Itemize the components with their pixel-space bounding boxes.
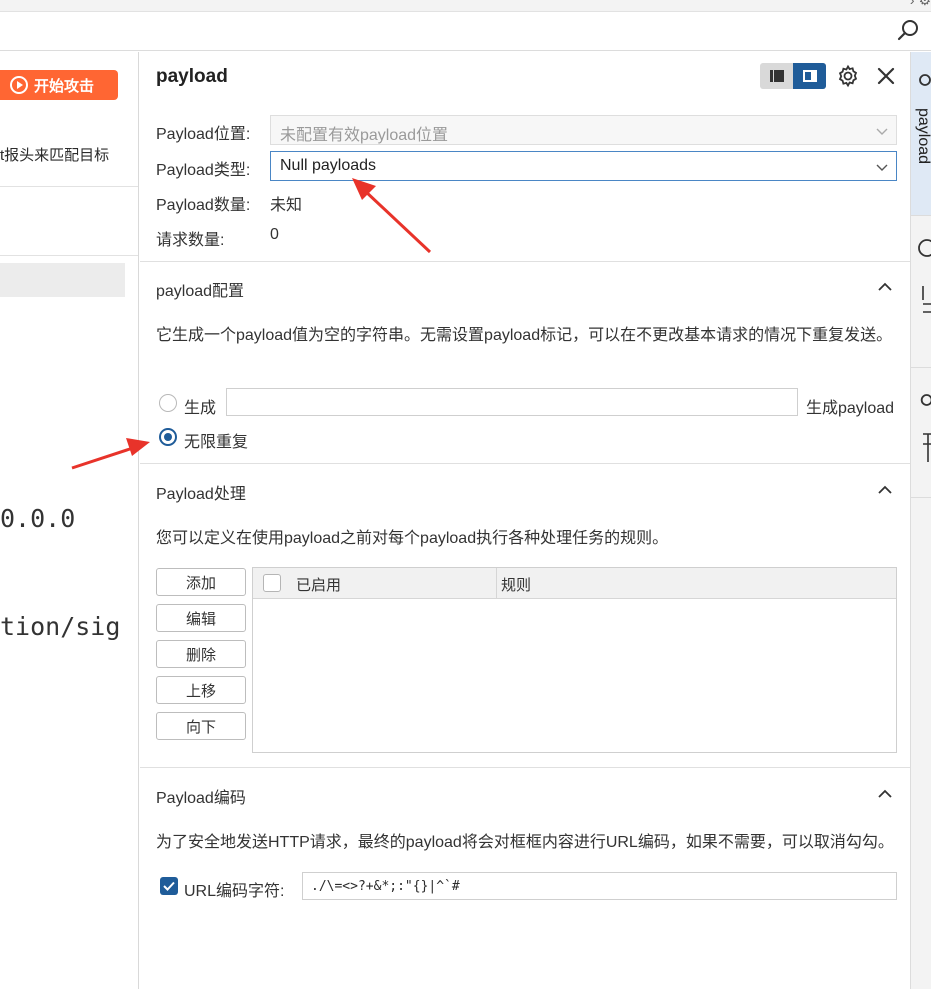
column-separator[interactable] <box>496 568 497 599</box>
right-tab-bar: payload <box>910 52 931 989</box>
tab-item[interactable] <box>911 216 931 368</box>
payload-type-label: Payload类型: <box>156 162 251 179</box>
gear-icon[interactable] <box>836 64 860 88</box>
section-divider <box>140 463 910 464</box>
left-divider <box>0 255 138 256</box>
payload-type-value: Null payloads <box>280 157 377 174</box>
left-code-line: tion/sig <box>0 612 121 641</box>
chevron-up-icon[interactable] <box>877 786 893 802</box>
start-attack-label: 开始攻击 <box>34 77 95 95</box>
tab-glyph-icon <box>915 282 931 313</box>
search-icon[interactable] <box>895 18 921 44</box>
payload-position-value: 未配置有效payload位置 <box>280 127 449 144</box>
top-toolbar <box>0 12 931 51</box>
payload-encoding-title: Payload编码 <box>156 790 246 807</box>
chevron-up-icon[interactable] <box>877 482 893 498</box>
url-encode-label: URL编码字符: <box>184 883 285 900</box>
rules-table: 已启用 规则 <box>252 567 897 753</box>
panel-title: payload <box>156 66 228 87</box>
payload-count-value: 未知 <box>270 197 303 214</box>
move-up-button[interactable]: 上移 <box>156 676 246 704</box>
left-panel: 开始攻击 t报头来匹配目标 0.0.0 tion/sig <box>0 52 139 989</box>
chevron-up-icon[interactable] <box>877 279 893 295</box>
tab-payload[interactable]: payload <box>911 52 931 216</box>
rules-table-header: 已启用 规则 <box>253 568 896 599</box>
generate-label: 生成 <box>184 400 217 417</box>
generate-count-input[interactable] <box>226 388 798 416</box>
payload-type-select[interactable]: Null payloads <box>270 151 897 181</box>
edit-rule-button[interactable]: 编辑 <box>156 604 246 632</box>
payload-position-label: Payload位置: <box>156 126 251 143</box>
view-toggle[interactable] <box>760 63 826 89</box>
column-rule[interactable]: 规则 <box>501 574 531 595</box>
payload-position-select: 未配置有效payload位置 <box>270 115 897 145</box>
column-enabled[interactable]: 已启用 <box>296 574 341 595</box>
chevron-down-icon <box>876 124 888 136</box>
payload-config-description: 它生成一个payload值为空的字符串。无需设置payload标记，可以在不更改… <box>156 327 893 344</box>
move-down-button[interactable]: 向下 <box>156 712 246 740</box>
add-rule-button[interactable]: 添加 <box>156 568 246 596</box>
payload-processing-title: Payload处理 <box>156 486 246 503</box>
left-partial-text: t报头来匹配目标 <box>0 147 110 164</box>
tab-payload-label: payload <box>915 108 931 165</box>
panel-view-icon[interactable] <box>793 63 826 89</box>
list-view-icon[interactable] <box>760 63 793 89</box>
circle-icon <box>915 238 931 258</box>
tab-item[interactable] <box>911 368 931 498</box>
top-partial-icons: › ⚙ <box>909 0 931 8</box>
url-encode-checkbox[interactable] <box>160 877 178 895</box>
payload-config-title: payload配置 <box>156 283 245 300</box>
payload-count-label: Payload数量: <box>156 197 251 214</box>
close-icon[interactable] <box>874 64 898 88</box>
generate-radio[interactable] <box>159 394 177 412</box>
request-count-label: 请求数量: <box>156 232 225 249</box>
payload-encoding-description: 为了安全地发送HTTP请求，最终的payload将会对框框内容进行URL编码，如… <box>156 834 894 851</box>
top-window-strip: › ⚙ <box>0 0 931 12</box>
payload-panel: payload Payload位置: 未配置有效payload位置 Payloa… <box>140 52 910 989</box>
left-selected-row[interactable] <box>0 263 125 297</box>
generate-suffix-label: 生成payload <box>806 400 895 417</box>
chevron-down-icon <box>876 160 888 172</box>
play-icon <box>10 76 28 94</box>
payload-processing-description: 您可以定义在使用payload之前对每个payload执行各种处理任务的规则。 <box>156 530 669 547</box>
infinite-repeat-label: 无限重复 <box>184 434 249 451</box>
infinite-repeat-radio[interactable] <box>159 428 177 446</box>
start-attack-button[interactable]: 开始攻击 <box>0 70 118 100</box>
gear-icon <box>915 70 931 90</box>
request-count-value: 0 <box>270 226 279 243</box>
delete-rule-button[interactable]: 删除 <box>156 640 246 668</box>
section-divider <box>140 767 910 768</box>
section-divider <box>140 261 910 262</box>
left-code-line: 0.0.0 <box>0 504 76 533</box>
left-divider <box>0 186 138 187</box>
url-encode-chars-input[interactable]: ./\=<>?+&*;:"{}|^`# <box>302 872 897 900</box>
tab-glyph-icon <box>915 430 931 462</box>
gear-icon <box>915 390 931 410</box>
select-all-checkbox[interactable] <box>263 574 281 592</box>
